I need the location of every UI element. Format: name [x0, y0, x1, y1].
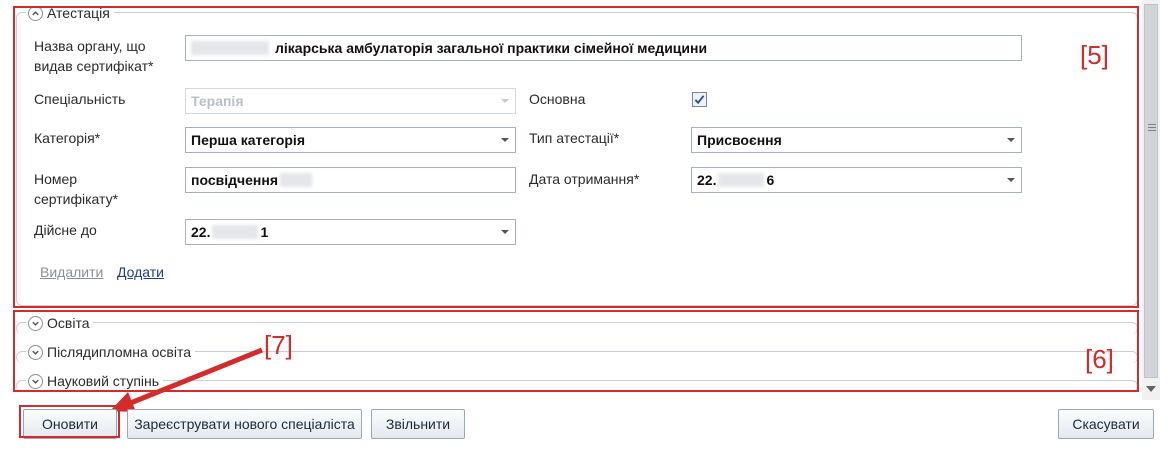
dismiss-button[interactable]: Звільнити [371, 409, 465, 439]
annotation-box-7 [19, 405, 120, 438]
annotation-arrow-icon [110, 347, 263, 412]
register-new-specialist-button[interactable]: Зареєструвати нового спеціаліста [127, 409, 362, 439]
cancel-button[interactable]: Скасувати [1058, 409, 1154, 439]
